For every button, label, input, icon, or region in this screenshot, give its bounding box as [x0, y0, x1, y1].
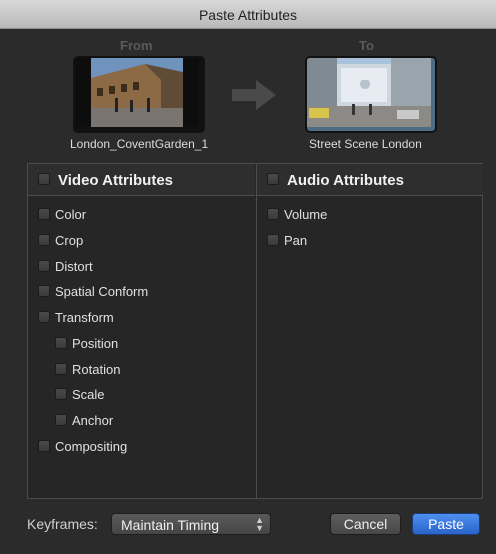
up-down-chevron-icon: ▲ ▼ — [255, 515, 264, 533]
crop-checkbox[interactable] — [38, 234, 50, 246]
pan-label: Pan — [284, 233, 308, 248]
cancel-button[interactable]: Cancel — [330, 513, 401, 535]
video-attributes-column: Video Attributes Color Crop Distort Spat… — [28, 164, 255, 498]
video-attributes-title: Video Attributes — [58, 172, 174, 189]
color-label: Color — [55, 207, 87, 222]
volume-checkbox[interactable] — [267, 208, 279, 220]
source-clip-thumbnail — [73, 56, 205, 133]
position-label: Position — [72, 336, 119, 351]
video-attributes-header: Video Attributes — [28, 164, 255, 196]
position-checkbox[interactable] — [55, 337, 67, 349]
distort-label: Distort — [55, 259, 93, 274]
anchor-label: Anchor — [72, 413, 114, 428]
color-checkbox[interactable] — [38, 208, 50, 220]
scale-label: Scale — [72, 387, 105, 402]
window-title: Paste Attributes — [198, 7, 298, 23]
compositing-checkbox[interactable] — [38, 440, 50, 452]
audio-attributes-checkbox[interactable] — [267, 173, 279, 185]
attributes-panel: Video Attributes Color Crop Distort Spat… — [27, 163, 483, 499]
video-attributes-checkbox[interactable] — [38, 173, 50, 185]
target-clip-name: Street Scene London — [309, 137, 422, 151]
transform-checkbox[interactable] — [38, 311, 50, 323]
rotation-checkbox[interactable] — [55, 363, 67, 375]
audio-attributes-title: Audio Attributes — [287, 172, 404, 189]
title-bar[interactable]: Paste Attributes — [0, 0, 496, 29]
compositing-label: Compositing — [55, 439, 128, 454]
target-clip-thumbnail — [305, 56, 437, 133]
transform-label: Transform — [55, 310, 114, 325]
keyframes-label: Keyframes: — [27, 516, 98, 532]
volume-label: Volume — [284, 207, 328, 222]
spatial-conform-checkbox[interactable] — [38, 285, 50, 297]
paste-button[interactable]: Paste — [412, 513, 480, 535]
paste-attributes-dialog: Paste Attributes From To London_CoventGa… — [0, 0, 496, 554]
to-label: To — [359, 38, 374, 53]
crop-label: Crop — [55, 233, 84, 248]
scale-checkbox[interactable] — [55, 388, 67, 400]
from-label: From — [120, 38, 153, 53]
spatial-conform-label: Spatial Conform — [55, 284, 149, 299]
distort-checkbox[interactable] — [38, 260, 50, 272]
rotation-label: Rotation — [72, 362, 121, 377]
arrow-right-icon — [232, 80, 276, 115]
keyframes-popup[interactable]: Maintain Timing ▲ ▼ — [111, 513, 271, 535]
keyframes-value: Maintain Timing — [121, 517, 220, 533]
anchor-checkbox[interactable] — [55, 414, 67, 426]
pan-checkbox[interactable] — [267, 234, 279, 246]
source-clip-name: London_CoventGarden_1 — [70, 137, 209, 151]
audio-attributes-column: Audio Attributes Volume Pan — [256, 164, 483, 498]
audio-attributes-header: Audio Attributes — [257, 164, 483, 196]
